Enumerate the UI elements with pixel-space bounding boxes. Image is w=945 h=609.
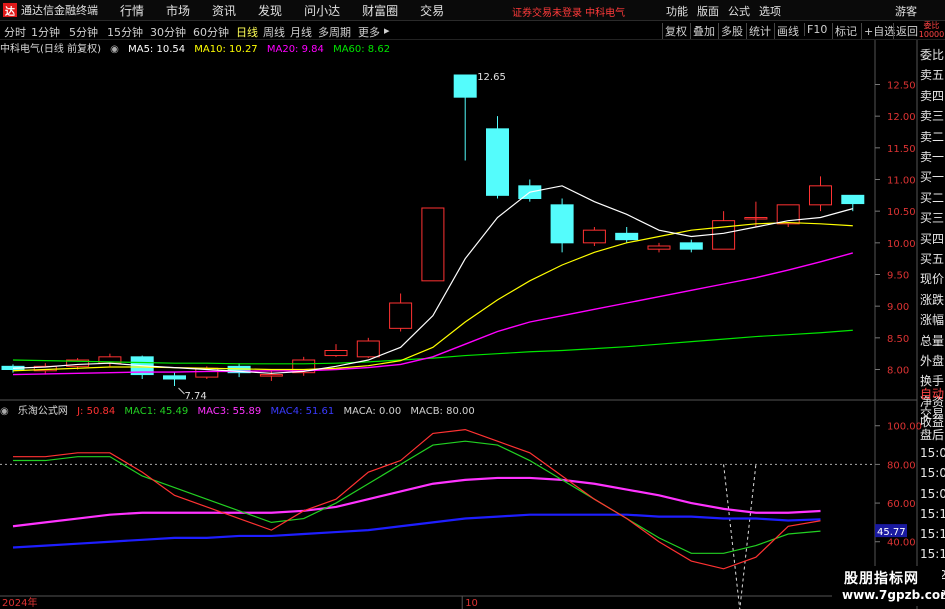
main-tick-label: 8.00 <box>887 366 909 377</box>
candle-body <box>324 350 348 357</box>
candle-body <box>841 194 865 205</box>
side-label: 现价 <box>920 272 945 287</box>
watermark: 股朋指标网 www.7gpzb.com <box>832 566 945 606</box>
candle[interactable] <box>163 372 186 386</box>
kline-chart[interactable]: 12.65 7.74 8.00 8.50 9.00 9.50 10.00 10.50 11.0… <box>0 0 945 609</box>
candle[interactable] <box>227 363 251 378</box>
main-tick-label: 12.00 <box>887 112 916 123</box>
side-label: 涨跌 <box>920 292 945 307</box>
sub-tick-label: 40.00 <box>887 538 916 549</box>
chart-grid <box>0 40 918 609</box>
candle-body <box>389 302 413 329</box>
side-time-label: 交易 <box>920 407 945 422</box>
mac3-line <box>12 476 821 528</box>
candle-body <box>259 374 283 377</box>
candle[interactable] <box>615 227 639 243</box>
candle[interactable] <box>98 353 122 367</box>
side-label: 卖三 <box>920 109 945 124</box>
sub-chart-area[interactable] <box>0 428 875 609</box>
candle[interactable] <box>1 364 25 373</box>
main-tick-label: 11.50 <box>887 144 916 155</box>
side-label: 委比 <box>920 48 945 62</box>
side-label: 买四 <box>920 231 945 246</box>
candle-body <box>679 242 703 250</box>
sub-tick-label: 60.00 <box>887 499 916 510</box>
side-label: 买二 <box>920 190 945 205</box>
candle-body <box>712 220 736 250</box>
side-label: 卖二 <box>920 129 945 144</box>
main-tick-label: 12.50 <box>887 81 916 92</box>
side-time-label: 15:05 <box>920 466 945 481</box>
sub-tick-label: 100.00 <box>887 422 922 433</box>
spike-signal-line <box>723 464 757 609</box>
main-tick-label: 10.50 <box>887 207 916 218</box>
side-time-label: 15:16 <box>920 527 945 542</box>
candle[interactable] <box>582 227 606 246</box>
candle-body <box>809 185 832 206</box>
main-tick-label: 8.50 <box>887 334 909 345</box>
side-label: 买一 <box>920 170 945 185</box>
candle[interactable] <box>809 176 832 212</box>
main-tick-label: 11.00 <box>887 176 916 187</box>
side-top-label: 委比 <box>923 21 940 30</box>
date-label: 10 <box>465 598 478 609</box>
sub-tick-label: 80.00 <box>887 460 916 471</box>
candle-body <box>647 245 671 250</box>
ma10-line <box>12 221 853 372</box>
candle-body <box>615 232 639 241</box>
side-label: 总量 <box>920 333 945 348</box>
main-tick-label: 9.00 <box>887 302 909 313</box>
side-time-label: 15:13 <box>920 506 945 521</box>
candle-body <box>486 128 509 196</box>
side-time-label: 15:00 <box>920 445 945 460</box>
side-top-indicator: 委比 10000 <box>918 21 945 39</box>
candle-body <box>550 204 574 244</box>
side-label: 卖四 <box>920 88 945 103</box>
candle-body <box>453 74 477 98</box>
date-label: 2024年 <box>2 596 37 609</box>
watermark-line1: 股朋指标网 <box>844 571 919 587</box>
ma5-line <box>12 185 853 374</box>
candle[interactable] <box>453 74 477 161</box>
candle[interactable] <box>712 211 736 250</box>
candle[interactable] <box>324 344 348 357</box>
side-label: 买五 <box>920 252 945 266</box>
side-time-label: 15:08 <box>920 486 945 501</box>
mac1-line <box>13 440 821 554</box>
candle[interactable] <box>486 116 509 199</box>
mac4-line <box>12 513 821 549</box>
side-time-label: 自动 <box>920 387 945 401</box>
side-label: 买三 <box>920 211 945 226</box>
main-tick-label: 9.50 <box>887 271 909 282</box>
high-price-mark: 12.65 <box>477 72 506 83</box>
j-line <box>13 428 821 570</box>
sub-value-tag: 45.77 <box>877 527 906 538</box>
side-label: 卖五 <box>920 68 945 83</box>
candle[interactable] <box>550 198 574 253</box>
side-label: 卖一 <box>920 150 945 164</box>
candle[interactable] <box>679 239 703 253</box>
candle[interactable] <box>389 293 413 332</box>
ma20-line <box>12 252 853 376</box>
candle-body <box>356 340 380 358</box>
candle-body <box>421 207 445 282</box>
candle[interactable] <box>292 356 316 376</box>
candle-body <box>582 229 606 244</box>
side-label: 外盘 <box>920 354 945 368</box>
side-time-label: 15:19 <box>920 547 945 562</box>
candle[interactable] <box>421 207 445 282</box>
main-chart-area[interactable]: 12.65 7.74 <box>1 72 865 402</box>
candle[interactable] <box>776 204 800 227</box>
low-price-mark: 7.74 <box>185 391 207 402</box>
watermark-line2: www.7gpzb.com <box>842 588 945 602</box>
quote-side-panel: 委比 卖五 卖四 卖三 卖二 卖一 买一 买二 买三 买四 买五 现价 涨跌 涨幅 总量 外盘 换手 净资 收益 自动… <box>918 40 945 605</box>
candle[interactable] <box>647 242 671 253</box>
side-label: 涨幅 <box>920 313 945 328</box>
side-time-label: 盘后 <box>920 427 945 442</box>
side-top-value: 10000 <box>918 30 945 39</box>
candle-body <box>163 375 186 380</box>
main-tick-label: 10.00 <box>887 239 916 250</box>
candle[interactable] <box>356 337 380 359</box>
